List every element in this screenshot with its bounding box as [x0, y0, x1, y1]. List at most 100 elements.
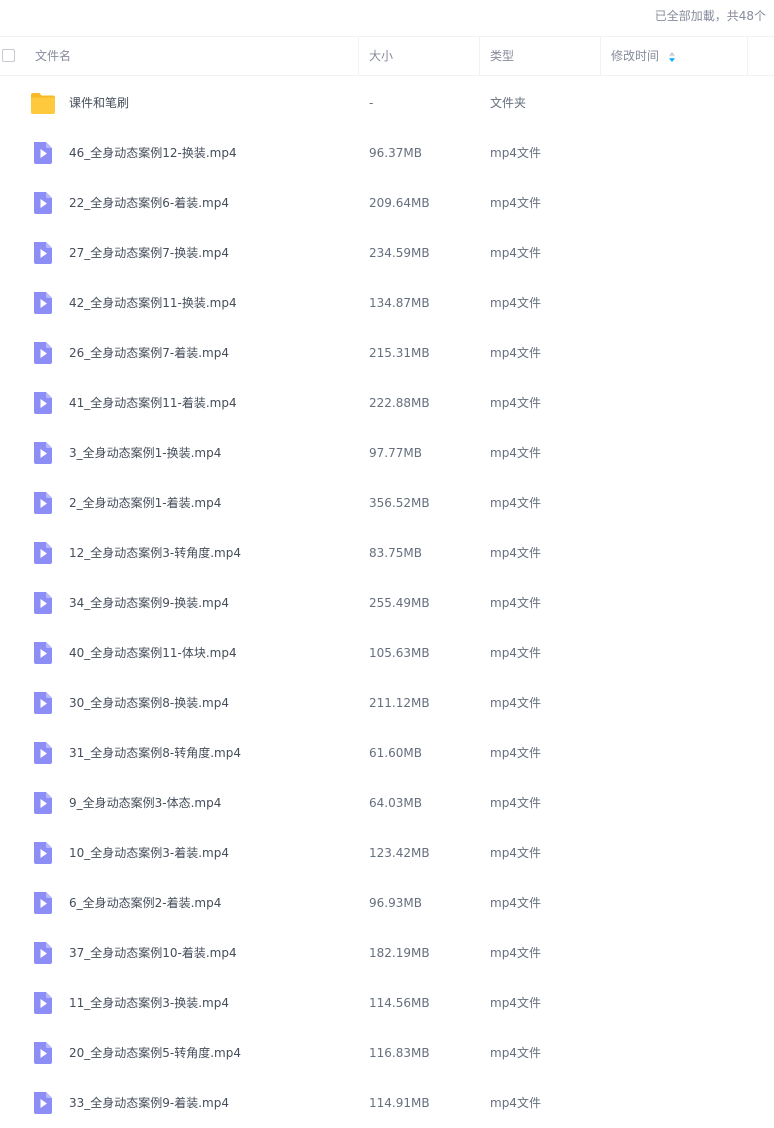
file-size: 182.19MB — [369, 946, 430, 960]
file-type: mp4文件 — [490, 146, 541, 160]
file-row[interactable]: 2_全身动态案例1-着装.mp4 356.52MB mp4文件 — [0, 478, 774, 528]
video-file-icon — [34, 642, 52, 664]
file-name[interactable]: 31_全身动态案例8-转角度.mp4 — [69, 728, 241, 778]
file-name[interactable]: 37_全身动态案例10-着装.mp4 — [69, 928, 237, 978]
file-row[interactable]: 22_全身动态案例6-着装.mp4 209.64MB mp4文件 — [0, 178, 774, 228]
column-header-type-label: 类型 — [490, 49, 515, 63]
file-size: 114.91MB — [369, 1096, 430, 1110]
file-name[interactable]: 42_全身动态案例11-换装.mp4 — [69, 278, 237, 328]
file-type: mp4文件 — [490, 246, 541, 260]
video-file-icon — [34, 292, 52, 314]
file-type: mp4文件 — [490, 546, 541, 560]
file-type: mp4文件 — [490, 996, 541, 1010]
file-type: mp4文件 — [490, 846, 541, 860]
video-file-icon — [34, 542, 52, 564]
file-name[interactable]: 30_全身动态案例8-换装.mp4 — [69, 678, 229, 728]
file-name[interactable]: 9_全身动态案例3-体态.mp4 — [69, 778, 221, 828]
file-size: 83.75MB — [369, 546, 422, 560]
file-size: 123.42MB — [369, 846, 430, 860]
file-size: 116.83MB — [369, 1046, 430, 1060]
column-header-type[interactable]: 类型 — [480, 37, 601, 75]
file-name[interactable]: 2_全身动态案例1-着装.mp4 — [69, 478, 221, 528]
file-name[interactable]: 41_全身动态案例11-着装.mp4 — [69, 378, 237, 428]
file-type: mp4文件 — [490, 696, 541, 710]
file-size: 134.87MB — [369, 296, 430, 310]
file-size: 97.77MB — [369, 446, 422, 460]
file-type: mp4文件 — [490, 396, 541, 410]
file-name[interactable]: 27_全身动态案例7-换装.mp4 — [69, 228, 229, 278]
video-file-icon — [34, 1042, 52, 1064]
file-row[interactable]: 9_全身动态案例3-体态.mp4 64.03MB mp4文件 — [0, 778, 774, 828]
video-file-icon — [34, 892, 52, 914]
file-row[interactable]: 30_全身动态案例8-换装.mp4 211.12MB mp4文件 — [0, 678, 774, 728]
file-row[interactable]: 46_全身动态案例12-换装.mp4 96.37MB mp4文件 — [0, 128, 774, 178]
file-name[interactable]: 34_全身动态案例9-换装.mp4 — [69, 578, 229, 628]
file-name[interactable]: 3_全身动态案例1-换装.mp4 — [69, 428, 221, 478]
video-file-icon — [34, 342, 52, 364]
file-type: mp4文件 — [490, 646, 541, 660]
file-type: mp4文件 — [490, 346, 541, 360]
file-row[interactable]: 27_全身动态案例7-换装.mp4 234.59MB mp4文件 — [0, 228, 774, 278]
file-type: mp4文件 — [490, 296, 541, 310]
sort-icon[interactable] — [668, 52, 676, 62]
file-type: mp4文件 — [490, 1046, 541, 1060]
file-size: 96.37MB — [369, 146, 422, 160]
video-file-icon — [34, 142, 52, 164]
file-size: 211.12MB — [369, 696, 430, 710]
file-row[interactable]: 12_全身动态案例3-转角度.mp4 83.75MB mp4文件 — [0, 528, 774, 578]
video-file-icon — [34, 192, 52, 214]
file-type: 文件夹 — [490, 96, 527, 110]
video-file-icon — [34, 242, 52, 264]
file-name[interactable]: 26_全身动态案例7-着装.mp4 — [69, 328, 229, 378]
file-name[interactable]: 40_全身动态案例11-体块.mp4 — [69, 628, 237, 678]
video-file-icon — [34, 592, 52, 614]
file-type: mp4文件 — [490, 596, 541, 610]
file-row[interactable]: 10_全身动态案例3-着装.mp4 123.42MB mp4文件 — [0, 828, 774, 878]
file-name[interactable]: 22_全身动态案例6-着装.mp4 — [69, 178, 229, 228]
file-list: 课件和笔刷 - 文件夹 46_全身动态案例12-换装.mp4 96.37MB mp4文件 2… — [0, 78, 774, 1128]
file-name[interactable]: 20_全身动态案例5-转角度.mp4 — [69, 1028, 241, 1078]
file-row[interactable]: 20_全身动态案例5-转角度.mp4 116.83MB mp4文件 — [0, 1028, 774, 1078]
video-file-icon — [34, 792, 52, 814]
file-name[interactable]: 11_全身动态案例3-换装.mp4 — [69, 978, 229, 1028]
file-size: 234.59MB — [369, 246, 430, 260]
file-size: 61.60MB — [369, 746, 422, 760]
file-size: - — [369, 96, 374, 110]
file-row[interactable]: 33_全身动态案例9-着装.mp4 114.91MB mp4文件 — [0, 1078, 774, 1128]
file-size: 209.64MB — [369, 196, 430, 210]
file-name[interactable]: 46_全身动态案例12-换装.mp4 — [69, 128, 237, 178]
file-type: mp4文件 — [490, 896, 541, 910]
file-name[interactable]: 课件和笔刷 — [69, 78, 129, 128]
file-row[interactable]: 31_全身动态案例8-转角度.mp4 61.60MB mp4文件 — [0, 728, 774, 778]
file-type: mp4文件 — [490, 196, 541, 210]
file-row[interactable]: 40_全身动态案例11-体块.mp4 105.63MB mp4文件 — [0, 628, 774, 678]
load-status-text: 已全部加載，共48个 — [654, 9, 766, 23]
video-file-icon — [34, 392, 52, 414]
file-row[interactable]: 41_全身动态案例11-着装.mp4 222.88MB mp4文件 — [0, 378, 774, 428]
file-name[interactable]: 33_全身动态案例9-着装.mp4 — [69, 1078, 229, 1128]
file-name[interactable]: 6_全身动态案例2-着装.mp4 — [69, 878, 221, 928]
file-row[interactable]: 课件和笔刷 - 文件夹 — [0, 78, 774, 128]
file-row[interactable]: 42_全身动态案例11-换装.mp4 134.87MB mp4文件 — [0, 278, 774, 328]
file-row[interactable]: 6_全身动态案例2-着装.mp4 96.93MB mp4文件 — [0, 878, 774, 928]
file-row[interactable]: 3_全身动态案例1-换装.mp4 97.77MB mp4文件 — [0, 428, 774, 478]
file-size: 255.49MB — [369, 596, 430, 610]
file-row[interactable]: 34_全身动态案例9-换装.mp4 255.49MB mp4文件 — [0, 578, 774, 628]
video-file-icon — [34, 692, 52, 714]
file-type: mp4文件 — [490, 946, 541, 960]
file-row[interactable]: 37_全身动态案例10-着装.mp4 182.19MB mp4文件 — [0, 928, 774, 978]
file-row[interactable]: 11_全身动态案例3-换装.mp4 114.56MB mp4文件 — [0, 978, 774, 1028]
column-header-size[interactable]: 大小 — [359, 37, 480, 75]
file-size: 64.03MB — [369, 796, 422, 810]
file-row[interactable]: 26_全身动态案例7-着装.mp4 215.31MB mp4文件 — [0, 328, 774, 378]
column-header-name[interactable]: 文件名 — [0, 37, 359, 75]
file-type: mp4文件 — [490, 1096, 541, 1110]
file-name[interactable]: 12_全身动态案例3-转角度.mp4 — [69, 528, 241, 578]
select-all-checkbox[interactable] — [2, 49, 15, 62]
file-size: 114.56MB — [369, 996, 430, 1010]
file-type: mp4文件 — [490, 496, 541, 510]
file-type: mp4文件 — [490, 796, 541, 810]
file-name[interactable]: 10_全身动态案例3-着装.mp4 — [69, 828, 229, 878]
file-list-header: 文件名 大小 类型 修改时间 — [0, 36, 774, 76]
file-size: 356.52MB — [369, 496, 430, 510]
